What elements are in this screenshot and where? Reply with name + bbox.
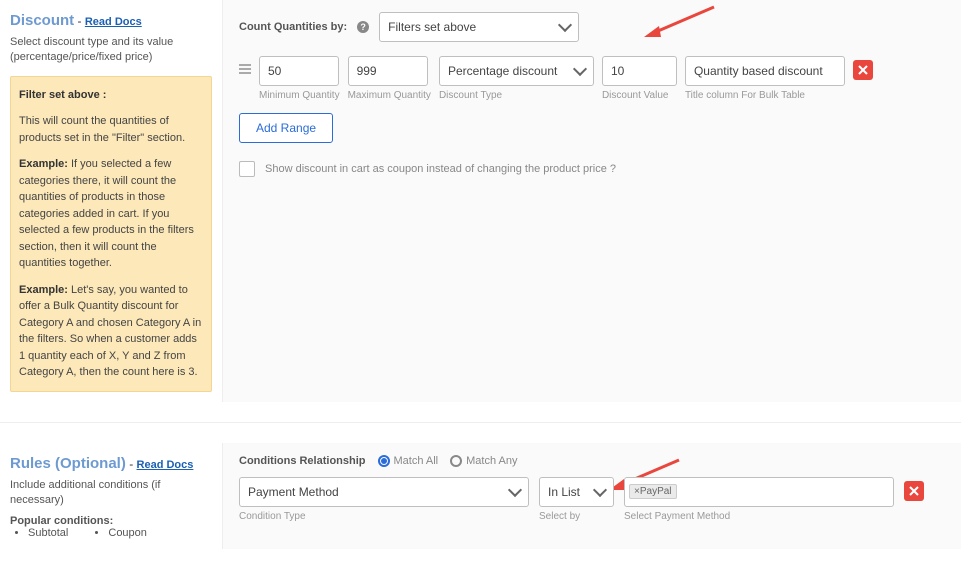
chevron-down-icon xyxy=(508,483,522,497)
remove-row-button[interactable] xyxy=(853,60,873,80)
discount-description: Select discount type and its value (perc… xyxy=(10,35,212,66)
discount-value: 10 xyxy=(611,64,624,78)
count-quantities-select[interactable]: Filters set above xyxy=(379,12,579,42)
help-example2-text: Let's say, you wanted to offer a Bulk Qu… xyxy=(19,284,201,379)
conditions-relationship-label: Conditions Relationship xyxy=(239,455,366,467)
show-as-coupon-checkbox[interactable] xyxy=(239,161,255,177)
max-value: 999 xyxy=(357,64,377,78)
help-example2-label: Example: xyxy=(19,284,68,296)
condition-type-label: Condition Type xyxy=(239,511,529,522)
count-quantities-label: Count Quantities by: xyxy=(239,21,347,33)
help-text-1: This will count the quantities of produc… xyxy=(19,113,203,146)
condition-type-value: Payment Method xyxy=(248,485,339,499)
min-value: 50 xyxy=(268,64,281,78)
radio-checked-icon xyxy=(378,455,390,467)
discount-value-input[interactable]: 10 xyxy=(602,56,677,86)
min-quantity-input[interactable]: 50 xyxy=(259,56,339,86)
select-by-select[interactable]: In List xyxy=(539,477,614,507)
count-quantities-value: Filters set above xyxy=(388,20,476,34)
help-box: Filter set above : This will count the q… xyxy=(10,76,212,392)
discount-value-label: Discount Value xyxy=(602,90,677,101)
paypal-tag[interactable]: ×PayPal xyxy=(629,484,677,499)
title-column-value: Quantity based discount xyxy=(694,64,823,78)
max-quantity-label: Maximum Quantity xyxy=(348,90,431,101)
dash: - xyxy=(78,14,85,28)
chevron-down-icon xyxy=(573,62,587,76)
chevron-down-icon xyxy=(558,18,572,32)
discount-read-docs-link[interactable]: Read Docs xyxy=(85,16,142,28)
title-column-input[interactable]: Quantity based discount xyxy=(685,56,845,86)
popular-conditions-label: Popular conditions: xyxy=(10,515,113,527)
remove-condition-button[interactable] xyxy=(904,481,924,501)
match-any-label: Match Any xyxy=(466,455,517,467)
title-column-label: Title column For Bulk Table xyxy=(685,90,845,101)
match-all-label: Match All xyxy=(394,455,439,467)
rules-title: Rules (Optional) xyxy=(10,455,126,472)
payment-method-tag-input[interactable]: ×PayPal xyxy=(624,477,894,507)
max-quantity-input[interactable]: 999 xyxy=(348,56,428,86)
add-range-button[interactable]: Add Range xyxy=(239,113,333,143)
arrow-annotation-icon xyxy=(639,4,719,44)
discount-title: Discount xyxy=(10,12,74,29)
popular-item-subtotal: Subtotal xyxy=(28,527,68,539)
rules-description: Include additional conditions (if necess… xyxy=(10,478,212,509)
discount-type-value: Percentage discount xyxy=(448,64,557,78)
show-as-coupon-label: Show discount in cart as coupon instead … xyxy=(265,163,616,175)
match-any-radio[interactable]: Match Any xyxy=(450,455,517,467)
help-example1-text: If you selected a few categories there, … xyxy=(19,158,194,269)
rules-read-docs-link[interactable]: Read Docs xyxy=(137,459,194,471)
help-example1-label: Example: xyxy=(19,158,68,170)
payment-method-label: Select Payment Method xyxy=(624,511,894,522)
discount-type-select[interactable]: Percentage discount xyxy=(439,56,594,86)
condition-type-select[interactable]: Payment Method xyxy=(239,477,529,507)
drag-handle-icon[interactable] xyxy=(239,64,251,74)
radio-unchecked-icon xyxy=(450,455,462,467)
discount-type-label: Discount Type xyxy=(439,90,594,101)
popular-item-coupon: Coupon xyxy=(108,527,147,539)
select-by-label: Select by xyxy=(539,511,614,522)
dash: - xyxy=(129,457,136,471)
select-by-value: In List xyxy=(548,485,580,499)
min-quantity-label: Minimum Quantity xyxy=(259,90,340,101)
chevron-down-icon xyxy=(593,483,607,497)
info-icon[interactable]: ? xyxy=(357,21,369,33)
match-all-radio[interactable]: Match All xyxy=(378,455,439,467)
help-title: Filter set above : xyxy=(19,89,106,101)
